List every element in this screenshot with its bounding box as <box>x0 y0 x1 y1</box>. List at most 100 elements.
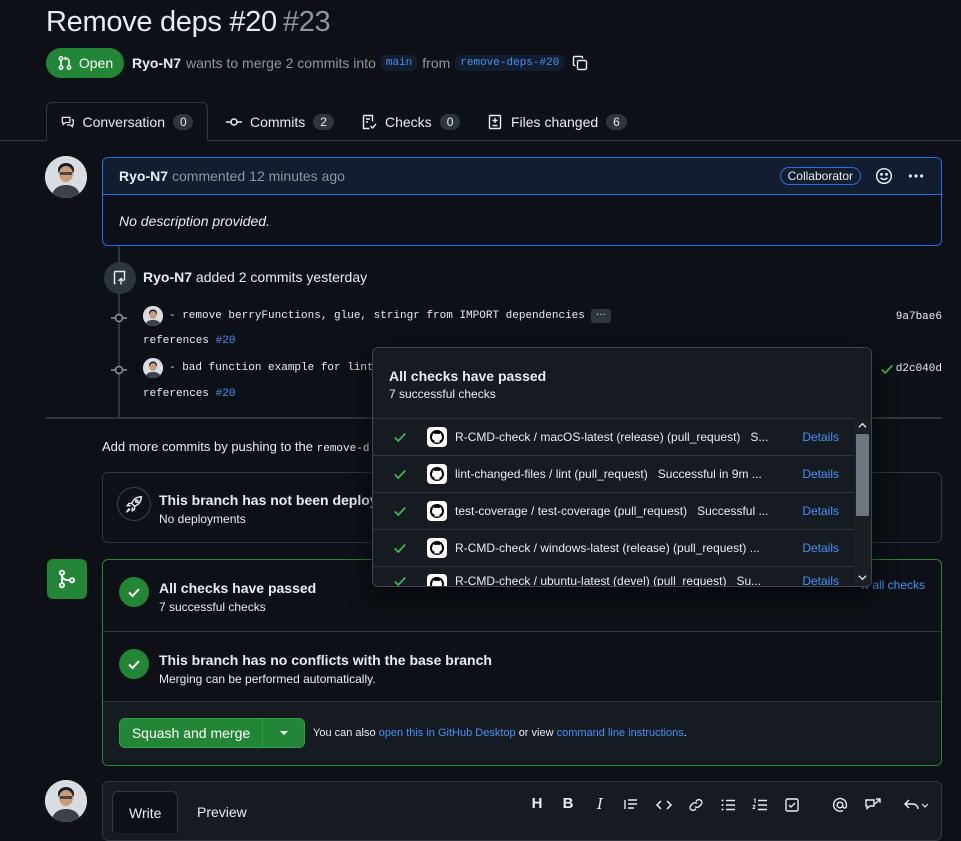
check-run-row: R-CMD-check / windows-latest (release) (… <box>373 529 855 566</box>
check-run-name: R-CMD-check / macOS-latest (release) (pu… <box>455 430 741 444</box>
scrollbar-thumb[interactable] <box>856 434 869 516</box>
comment-editor: Write Preview H B I <box>102 781 942 841</box>
reply-icon[interactable] <box>903 797 929 813</box>
comment-discussion-icon <box>61 116 74 128</box>
check-icon <box>394 576 406 586</box>
open-desktop-link[interactable]: open this in GitHub Desktop <box>379 727 516 739</box>
pr-title: Remove deps #20 #23 <box>46 6 331 39</box>
merge-or-view-text: or view <box>518 727 554 739</box>
checklist-icon <box>362 114 377 129</box>
conflicts-section: This branch has no conflicts with the ba… <box>103 632 941 702</box>
comment-body: No description provided. <box>119 213 270 229</box>
avatar[interactable] <box>45 156 87 198</box>
expand-commit-button[interactable]: ··· <box>590 309 611 323</box>
kebab-horizontal-icon[interactable] <box>907 167 925 185</box>
pr-author-link[interactable]: Ryo-N7 <box>132 55 181 71</box>
git-merge-icon <box>47 559 87 599</box>
commit-message[interactable]: - bad function example for lintr <box>169 362 380 374</box>
tab-preview[interactable]: Preview <box>181 791 263 833</box>
issue-link[interactable]: #20 <box>216 335 236 347</box>
check-run-status: Successful ... <box>697 504 769 518</box>
pr-meta: Ryo-N7 wants to merge 2 commits into mai… <box>132 55 588 71</box>
commit-message[interactable]: - remove berryFunctions, glue, stringr f… <box>169 310 585 322</box>
copy-icon[interactable] <box>572 55 588 71</box>
mention-icon[interactable] <box>832 797 848 813</box>
commit-sha[interactable]: 9a7bae6 <box>896 311 942 323</box>
avatar[interactable] <box>143 358 163 378</box>
check-run-row: R-CMD-check / macOS-latest (release) (pu… <box>373 418 855 455</box>
code-icon[interactable] <box>655 797 673 813</box>
merge-button-group: Squash and merge <box>119 718 305 748</box>
tab-write[interactable]: Write <box>112 791 179 833</box>
conflicts-subtitle: Merging can be performed automatically. <box>159 672 376 686</box>
command-line-link[interactable]: command line instructions <box>557 727 684 739</box>
comment-header: Ryo-N7 commented 12 minutes ago Collabor… <box>103 158 941 195</box>
check-icon <box>394 432 406 443</box>
pr-state-label: Open <box>78 55 114 71</box>
tab-checks[interactable]: Checks 0 <box>347 102 474 141</box>
avatar[interactable] <box>143 306 163 326</box>
tasklist-icon[interactable] <box>784 797 800 813</box>
commit-sha[interactable]: d2c040d <box>896 363 942 375</box>
tab-commits[interactable]: Commits 2 <box>212 102 348 141</box>
smiley-icon[interactable] <box>875 167 893 185</box>
github-app-icon <box>427 501 447 521</box>
base-branch[interactable]: main <box>380 55 418 71</box>
check-run-name: R-CMD-check / windows-latest (release) (… <box>455 541 760 555</box>
commits-event: Ryo-N7 added 2 commits yesterday <box>143 269 367 285</box>
tab-commits-count: 2 <box>313 113 334 130</box>
rocket-icon <box>117 487 151 521</box>
heading-icon[interactable]: H <box>527 795 547 812</box>
squash-and-merge-button[interactable]: Squash and merge <box>120 719 263 747</box>
file-diff-icon <box>488 114 502 129</box>
tab-checks-label: Checks <box>385 113 432 130</box>
pr-merge-text: wants to merge 2 commits into <box>186 55 376 71</box>
collaborator-badge: Collaborator <box>779 167 861 185</box>
github-app-icon <box>427 538 447 558</box>
commit-refs-text: references <box>143 335 210 347</box>
avatar[interactable] <box>45 780 87 822</box>
check-icon <box>394 469 406 480</box>
check-run-status: Su... <box>736 574 762 587</box>
check-details-link[interactable]: Details <box>802 504 839 518</box>
pr-number: #23 <box>282 6 331 38</box>
issue-link[interactable]: #20 <box>216 388 236 400</box>
github-app-icon <box>427 464 447 484</box>
commits-event-author[interactable]: Ryo-N7 <box>143 269 192 285</box>
comment-action: commented <box>172 168 246 184</box>
popover-scrollbar[interactable] <box>854 418 871 586</box>
check-details-link[interactable]: Details <box>802 574 839 586</box>
chevron-up-icon[interactable] <box>858 421 867 430</box>
tab-conversation[interactable]: Conversation 0 <box>46 102 208 141</box>
tab-conversation-label: Conversation <box>82 113 166 130</box>
check-run-row: R-CMD-check / ubuntu-latest (devel) (pul… <box>373 566 855 587</box>
check-run-status: S... <box>750 430 769 444</box>
github-app-icon <box>427 574 447 586</box>
push-hint: Add more commits by pushing to the remov… <box>102 439 369 455</box>
head-branch[interactable]: remove-deps-#20 <box>455 55 565 71</box>
comment-timestamp[interactable]: 12 minutes ago <box>249 168 345 184</box>
commits-event-text: added 2 commits yesterday <box>195 269 368 285</box>
check-details-link[interactable]: Details <box>802 541 839 555</box>
commit-refs: references #20 <box>143 335 235 347</box>
unordered-list-icon[interactable] <box>720 797 736 813</box>
check-icon[interactable] <box>880 362 894 376</box>
tab-files-changed[interactable]: Files changed 6 <box>473 102 641 141</box>
popover-subtitle: 7 successful checks <box>389 387 496 401</box>
quote-icon[interactable] <box>623 797 639 813</box>
check-details-link[interactable]: Details <box>802 467 839 481</box>
check-details-link[interactable]: Details <box>802 430 839 444</box>
check-run-name: R-CMD-check / ubuntu-latest (devel) (pul… <box>455 574 727 587</box>
merge-alternatives: You can also open this in GitHub Desktop… <box>313 727 687 739</box>
merge-method-dropdown[interactable] <box>263 719 304 747</box>
comment-author-link[interactable]: Ryo-N7 <box>119 168 168 184</box>
tab-commits-label: Commits <box>250 113 306 130</box>
ordered-list-icon[interactable] <box>752 797 768 813</box>
cross-reference-icon[interactable] <box>864 797 882 813</box>
link-icon[interactable] <box>688 797 704 813</box>
chevron-down-icon[interactable] <box>858 573 867 582</box>
bold-icon[interactable]: B <box>558 795 578 812</box>
checks-summary-subtitle: 7 successful checks <box>159 600 266 614</box>
italic-icon[interactable]: I <box>590 795 610 813</box>
merge-also-text: You can also <box>313 727 376 739</box>
